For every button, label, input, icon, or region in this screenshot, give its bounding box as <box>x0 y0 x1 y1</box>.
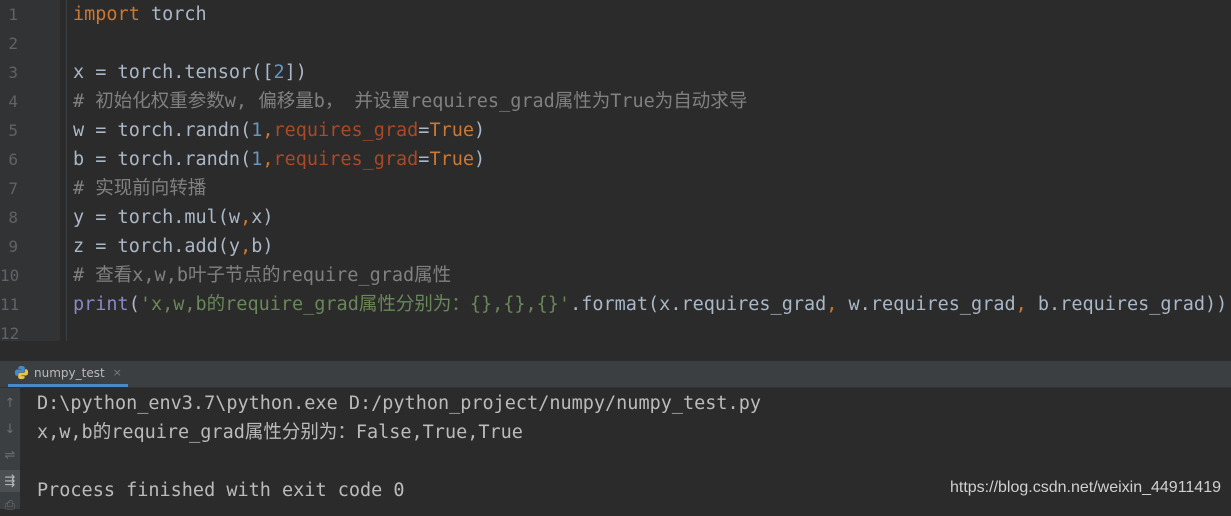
code-line-4[interactable]: 4 # 初始化权重参数w, 偏移量b， 并设置requires_grad属性为T… <box>0 87 1231 116</box>
scroll-up-icon[interactable]: ↑ <box>0 392 20 414</box>
console-output-line: D:\python_env3.7\python.exe D:/python_pr… <box>37 393 761 414</box>
code-text[interactable]: w = torch.randn(1,requires_grad=True) <box>73 116 485 145</box>
line-number: 7 <box>8 179 18 198</box>
code-line-9[interactable]: 9 z = torch.add(y,b) <box>0 232 1231 261</box>
code-text[interactable]: import torch <box>73 0 207 29</box>
tab-label: numpy_test <box>34 365 105 380</box>
code-text[interactable]: z = torch.add(y,b) <box>73 232 274 261</box>
line-number: 11 <box>0 295 20 314</box>
code-text[interactable]: y = torch.mul(w,x) <box>73 203 274 232</box>
code-text[interactable]: x = torch.tensor([2]) <box>73 58 307 87</box>
run-console[interactable]: ↑ ↓ ⇌ ⇶ ⎙ D:\python_env3.7\python.exe D:… <box>0 388 1231 513</box>
code-line-8[interactable]: 8 y = torch.mul(w,x) <box>0 203 1231 232</box>
code-line-10[interactable]: 10 # 查看x,w,b叶子节点的require_grad属性 <box>0 261 1231 290</box>
code-editor[interactable]: 1 import torch 2 3 x = torch.tensor([2])… <box>0 0 1231 341</box>
code-comment[interactable]: # 初始化权重参数w, 偏移量b， 并设置requires_grad属性为Tru… <box>73 87 747 116</box>
panel-divider[interactable] <box>0 341 1231 361</box>
console-output-line: Process finished with exit code 0 <box>37 480 405 501</box>
line-number: 12 <box>0 324 20 341</box>
code-line-6[interactable]: 6 b = torch.randn(1,requires_grad=True) <box>0 145 1231 174</box>
soft-wrap-icon[interactable]: ⇌ <box>0 444 20 466</box>
console-toolbar: ↑ ↓ ⇌ ⇶ ⎙ <box>0 388 20 513</box>
line-number: 9 <box>8 237 18 256</box>
line-number: 6 <box>8 150 18 169</box>
line-number: 10 <box>0 266 20 285</box>
run-tab-bar: numpy_test × <box>0 361 1231 388</box>
line-number: 4 <box>8 92 18 111</box>
line-number: 8 <box>8 208 18 227</box>
line-number: 3 <box>8 63 18 82</box>
print-icon[interactable]: ⎙ <box>0 494 20 516</box>
code-comment[interactable]: # 查看x,w,b叶子节点的require_grad属性 <box>73 261 451 290</box>
code-line-2[interactable]: 2 <box>0 29 1231 58</box>
line-number: 1 <box>8 5 18 24</box>
code-line-7[interactable]: 7 # 实现前向转播 <box>0 174 1231 203</box>
close-icon[interactable]: × <box>113 366 122 379</box>
code-text[interactable]: b = torch.randn(1,requires_grad=True) <box>73 145 485 174</box>
code-line-11[interactable]: 11 print('x,w,b的require_grad属性分别为：{},{},… <box>0 290 1231 319</box>
line-number: 5 <box>8 121 18 140</box>
code-line-12[interactable]: 12 <box>0 319 1231 341</box>
code-comment[interactable]: # 实现前向转播 <box>73 174 206 203</box>
code-line-1[interactable]: 1 import torch <box>0 0 1231 29</box>
code-text[interactable]: print('x,w,b的require_grad属性分别为：{},{},{}'… <box>73 290 1227 319</box>
scroll-down-icon[interactable]: ↓ <box>0 418 20 440</box>
python-icon <box>14 365 29 380</box>
scroll-to-end-icon[interactable]: ⇶ <box>0 470 20 492</box>
watermark: https://blog.csdn.net/weixin_44911419 <box>949 479 1221 496</box>
line-number: 2 <box>8 34 18 53</box>
code-line-3[interactable]: 3 x = torch.tensor([2]) <box>0 58 1231 87</box>
code-line-5[interactable]: 5 w = torch.randn(1,requires_grad=True) <box>0 116 1231 145</box>
console-output-line: x,w,b的require_grad属性分别为：False,True,True <box>37 422 523 443</box>
tab-numpy-test[interactable]: numpy_test × <box>8 361 128 387</box>
